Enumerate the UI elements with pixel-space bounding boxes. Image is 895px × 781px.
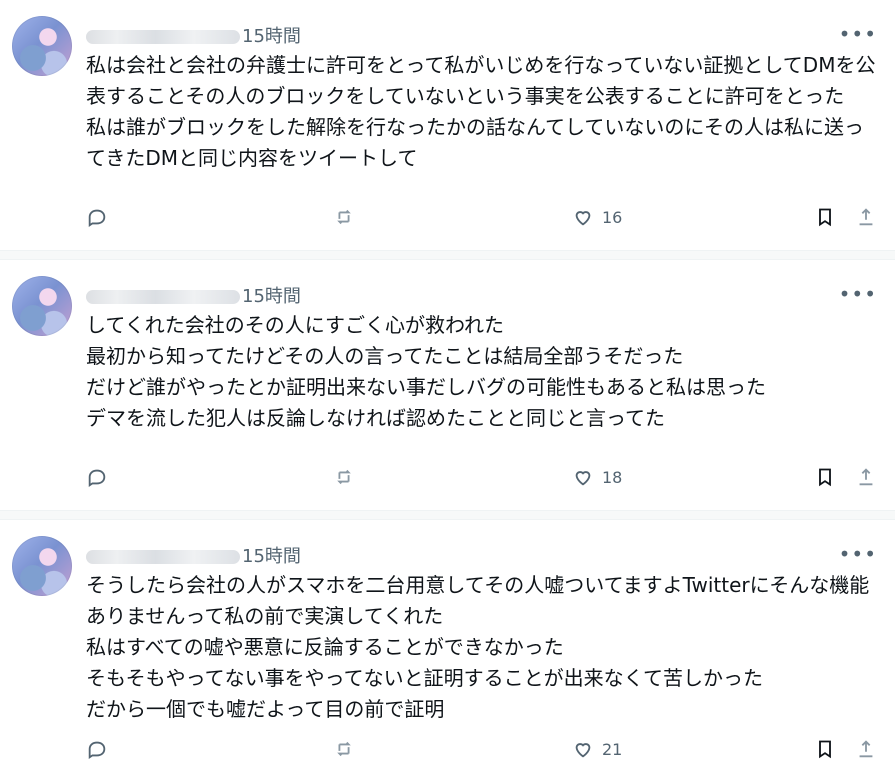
redacted-username [86,290,240,304]
post-time[interactable]: 15時間 [242,542,301,568]
avatar[interactable] [12,16,72,76]
post-actions: 18 [86,466,877,494]
reply-button[interactable] [86,206,108,228]
post-time[interactable]: 15時間 [242,22,301,48]
post-divider [0,510,895,520]
share-button[interactable] [855,206,877,228]
bookmark-icon [815,738,835,760]
post-time[interactable]: 15時間 [242,282,301,308]
like-count: 18 [602,467,623,487]
more-icon[interactable]: ••• [839,282,877,306]
post-3[interactable]: 15時間 ••• そうしたら会社の人がスマホを二台用意してその人嘘ついてますよT… [0,520,895,770]
post-2[interactable]: 15時間 ••• してくれた会社のその人にすごく心が救われた 最初から知ってたけ… [0,260,895,510]
redacted-username [86,30,240,44]
like-button[interactable]: 18 [572,466,622,488]
bookmark-button[interactable] [815,466,835,488]
reply-icon [86,466,108,488]
like-count: 16 [602,207,623,227]
post-text: そうしたら会社の人がスマホを二台用意してその人嘘ついてますよTwitterにそん… [86,573,870,721]
reply-button[interactable] [86,738,108,760]
post-text: 私は会社と会社の弁護士に許可をとって私がいじめを行なっていない証拠としてDMを公… [86,53,876,170]
more-icon[interactable]: ••• [839,22,877,46]
post-text: してくれた会社のその人にすごく心が救われた 最初から知ってたけどその人の言ってた… [86,313,766,430]
retweet-button[interactable] [333,466,355,488]
avatar[interactable] [12,276,72,336]
post-1[interactable]: 15時間 ••• 私は会社と会社の弁護士に許可をとって私がいじめを行なっていない… [0,0,895,250]
like-count: 21 [602,739,623,759]
post-actions: 21 [86,738,877,766]
post-actions: 16 [86,206,877,234]
share-icon [855,466,877,488]
like-button[interactable]: 16 [572,206,622,228]
heart-icon [572,466,594,488]
like-button[interactable]: 21 [572,738,622,760]
share-button[interactable] [855,466,877,488]
reply-button[interactable] [86,466,108,488]
bookmark-button[interactable] [815,738,835,760]
share-button[interactable] [855,738,877,760]
reply-icon [86,206,108,228]
reply-icon [86,738,108,760]
heart-icon [572,206,594,228]
avatar[interactable] [12,536,72,596]
heart-icon [572,738,594,760]
retweet-icon [333,206,355,228]
redacted-username [86,550,240,564]
retweet-icon [333,738,355,760]
share-icon [855,738,877,760]
bookmark-button[interactable] [815,206,835,228]
retweet-icon [333,466,355,488]
bookmark-icon [815,206,835,228]
retweet-button[interactable] [333,206,355,228]
retweet-button[interactable] [333,738,355,760]
more-icon[interactable]: ••• [839,542,877,566]
post-divider [0,250,895,260]
bookmark-icon [815,466,835,488]
share-icon [855,206,877,228]
